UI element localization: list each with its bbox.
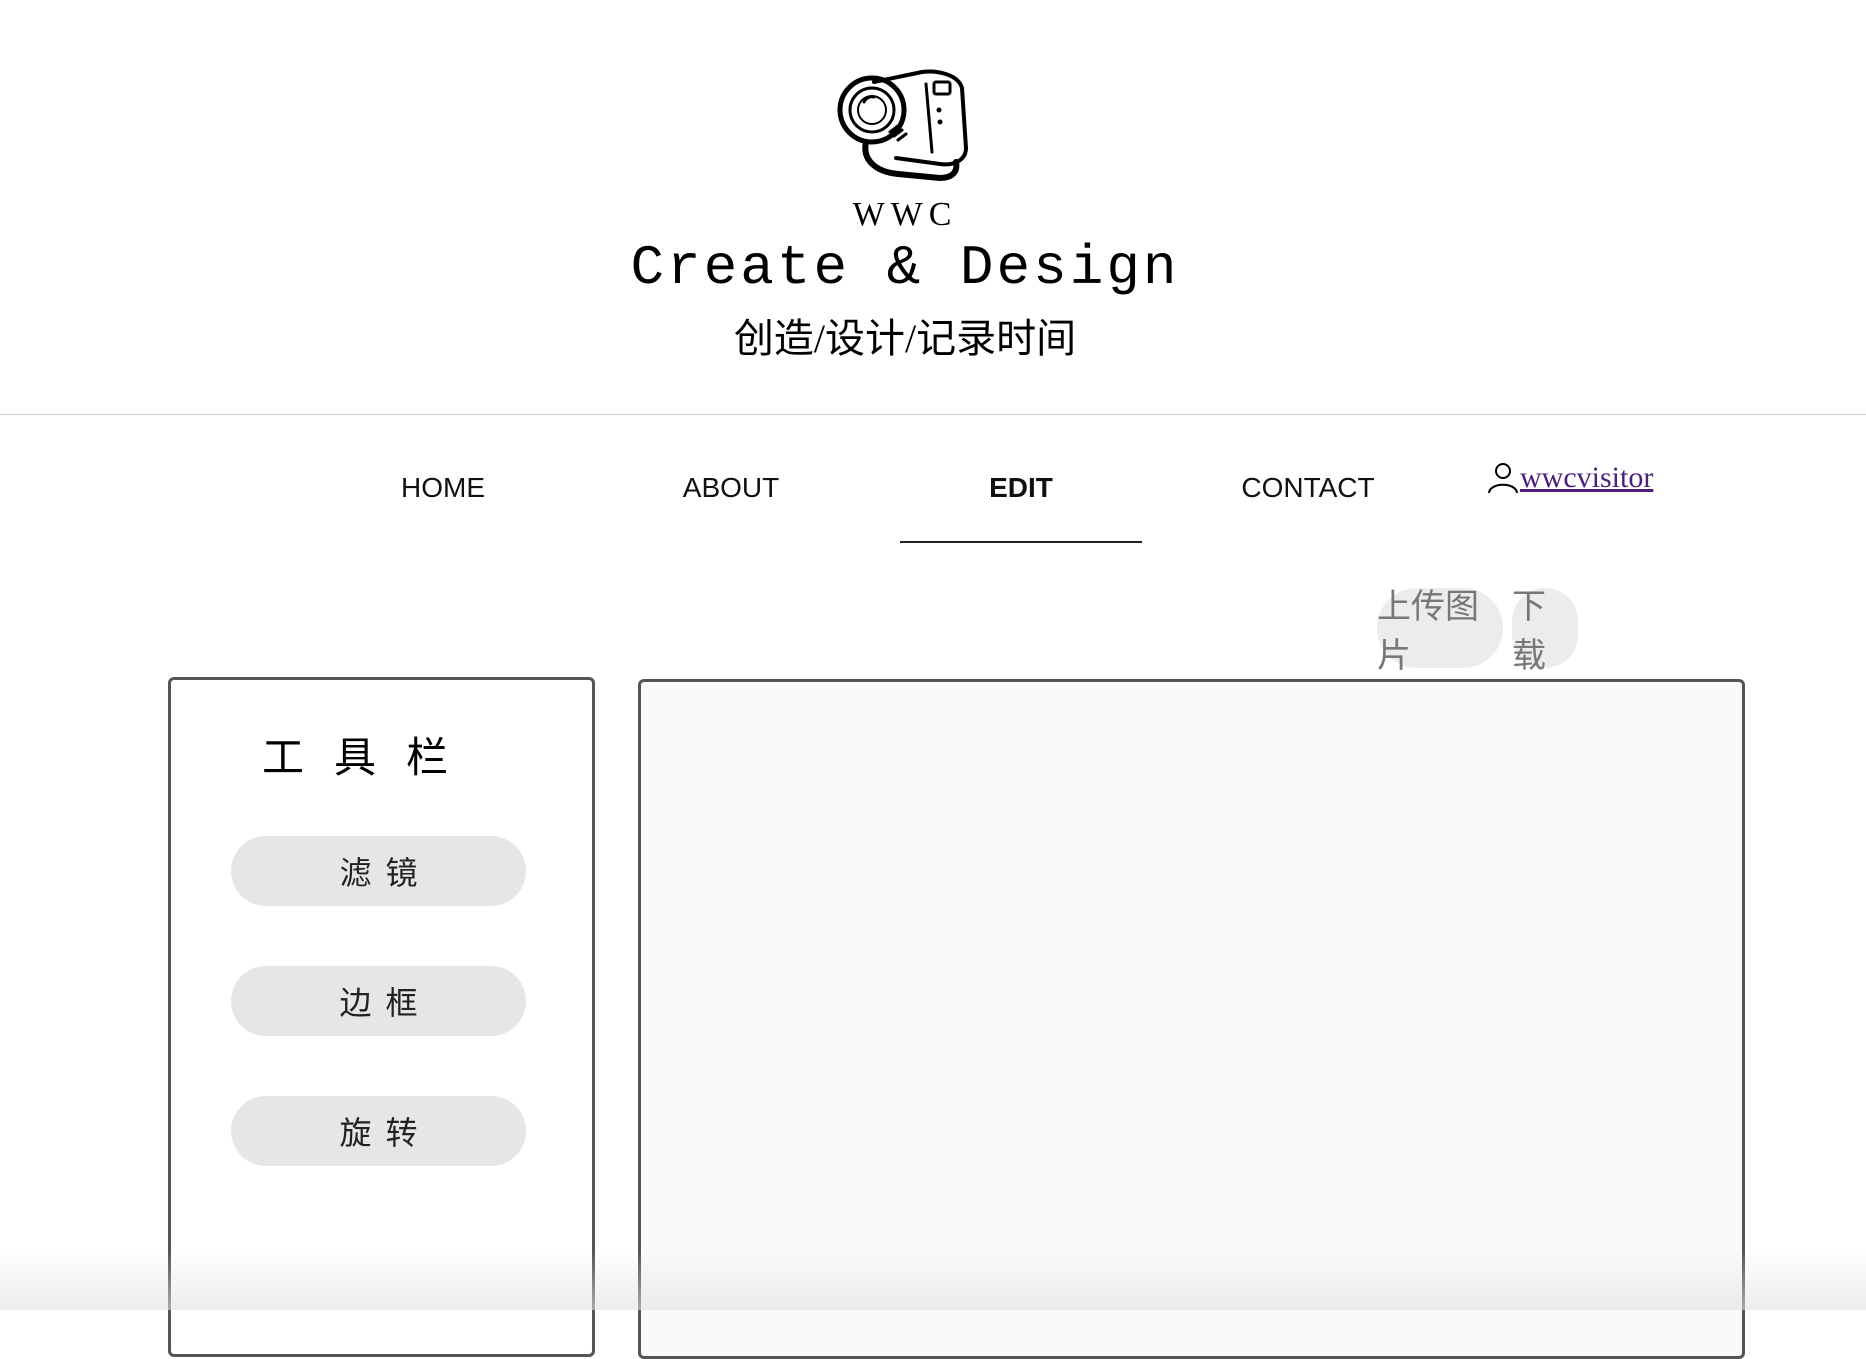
nav-about[interactable]: ABOUT	[660, 472, 802, 504]
tagline: Create & Design	[630, 236, 1180, 300]
nav-contact[interactable]: CONTACT	[1228, 472, 1388, 504]
user-icon	[1488, 463, 1518, 494]
filter-button[interactable]: 滤镜	[231, 836, 526, 906]
nav-home[interactable]: HOME	[372, 472, 514, 504]
border-button[interactable]: 边框	[231, 966, 526, 1036]
nav-edit[interactable]: EDIT	[900, 472, 1142, 504]
toolbar-title: 工具栏	[261, 736, 478, 782]
subtitle: 创造/设计/记录时间	[733, 316, 1077, 361]
username-link[interactable]: wwcvisitor	[1520, 461, 1653, 495]
active-tab-underline	[900, 541, 1142, 543]
download-button[interactable]: 下载	[1512, 587, 1578, 676]
upload-image-button[interactable]: 上传图片	[1377, 587, 1503, 676]
header-divider	[0, 414, 1866, 415]
camera-logo-icon	[837, 69, 968, 181]
rotate-button[interactable]: 旋转	[231, 1096, 526, 1166]
image-canvas[interactable]	[638, 679, 1745, 1359]
brand-name: WWC	[852, 196, 958, 233]
user-menu[interactable]: wwcvisitor	[1486, 458, 1653, 498]
